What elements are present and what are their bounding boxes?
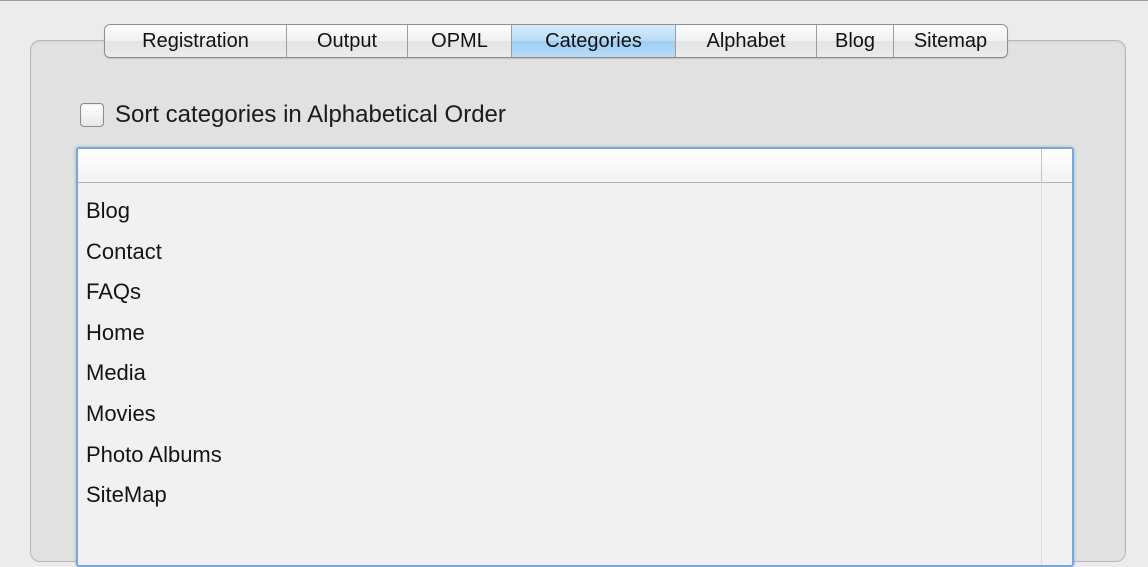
list-item-movies[interactable]: Movies — [86, 394, 222, 435]
categories-list[interactable]: Blog Contact FAQs Home Media Movies Phot… — [76, 147, 1074, 567]
tab-sitemap[interactable]: Sitemap — [894, 25, 1007, 57]
list-item-media[interactable]: Media — [86, 353, 222, 394]
list-item-blog[interactable]: Blog — [86, 191, 222, 232]
tab-opml[interactable]: OPML — [408, 25, 512, 57]
tab-bar: Registration Output OPML Categories Alph… — [104, 24, 1008, 58]
list-item-home[interactable]: Home — [86, 313, 222, 354]
sort-alphabetical-checkbox[interactable] — [80, 103, 104, 127]
list-column-header[interactable] — [78, 149, 1072, 183]
header-divider — [1041, 149, 1042, 183]
tab-blog[interactable]: Blog — [817, 25, 894, 57]
tab-output[interactable]: Output — [287, 25, 408, 57]
sort-alphabetical-label[interactable]: Sort categories in Alphabetical Order — [115, 101, 506, 129]
tab-categories[interactable]: Categories — [512, 25, 676, 57]
list-item-photo-albums[interactable]: Photo Albums — [86, 435, 222, 476]
sort-alphabetical-option[interactable]: Sort categories in Alphabetical Order — [80, 101, 506, 129]
list-item-faqs[interactable]: FAQs — [86, 272, 222, 313]
tab-alphabet[interactable]: Alphabet — [676, 25, 817, 57]
tab-registration[interactable]: Registration — [105, 25, 287, 57]
window-top-border — [0, 0, 1148, 1]
list-item-sitemap[interactable]: SiteMap — [86, 475, 222, 516]
column-divider — [1041, 183, 1042, 565]
category-items: Blog Contact FAQs Home Media Movies Phot… — [86, 191, 222, 516]
list-item-contact[interactable]: Contact — [86, 232, 222, 273]
